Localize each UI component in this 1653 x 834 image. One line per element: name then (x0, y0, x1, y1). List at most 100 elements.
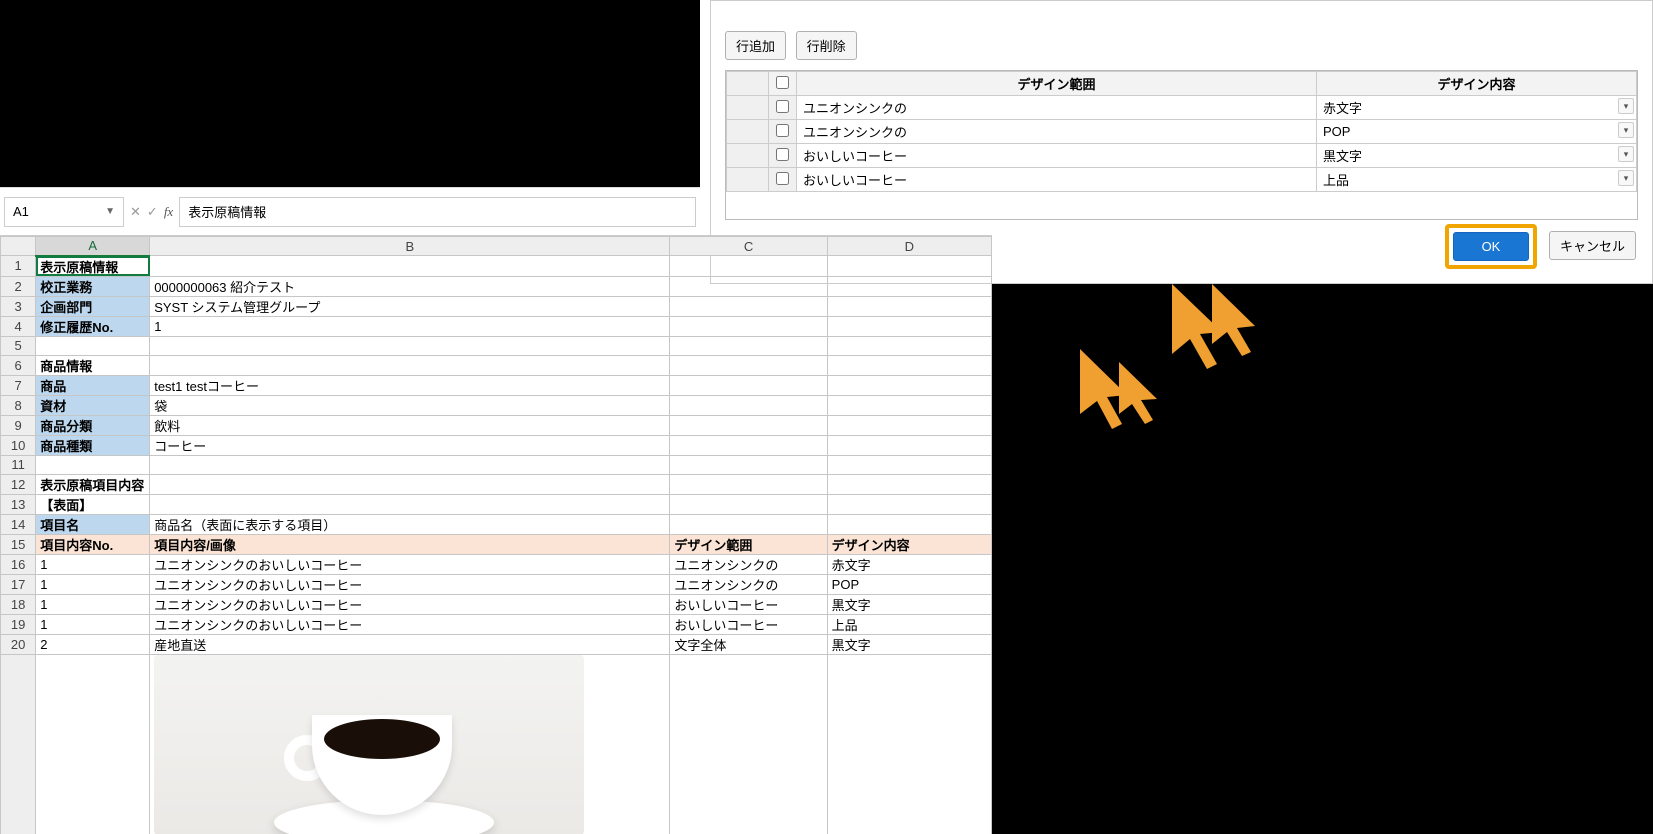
row-header[interactable] (1, 654, 36, 834)
cell-D20[interactable]: 黒文字 (827, 634, 991, 654)
cell-A19[interactable]: 1 (36, 614, 150, 634)
cell-A13[interactable]: 【表面】 (36, 494, 150, 514)
cell-A11[interactable] (36, 455, 150, 474)
cell-B4[interactable]: 1 (150, 316, 670, 336)
cell-C20[interactable]: 文字全体 (670, 634, 827, 654)
row-header[interactable]: 8 (1, 395, 36, 415)
cell-B7[interactable]: test1 testコーヒー (150, 375, 670, 395)
cell-A8[interactable]: 資材 (36, 395, 150, 415)
cell-D12[interactable] (827, 474, 991, 494)
column-header-C[interactable]: C (670, 237, 827, 256)
dialog-cell-content[interactable]: 上品▾ (1317, 168, 1637, 192)
cell-B17[interactable]: ユニオンシンクのおいしいコーヒー (150, 574, 670, 594)
cell-B9[interactable]: 飲料 (150, 415, 670, 435)
cell-B19[interactable]: ユニオンシンクのおいしいコーヒー (150, 614, 670, 634)
column-header-D[interactable]: D (827, 237, 991, 256)
dialog-cell-range[interactable]: おいしいコーヒー (797, 168, 1317, 192)
add-row-button[interactable]: 行追加 (725, 31, 786, 60)
ok-button[interactable]: OK (1453, 232, 1530, 261)
dropdown-arrow-icon[interactable]: ▾ (1618, 146, 1634, 162)
cell-A20[interactable]: 2 (36, 634, 150, 654)
formula-accept-icon[interactable]: ✓ (147, 204, 158, 220)
cell-A12[interactable]: 表示原稿項目内容 (36, 474, 150, 494)
cell-D16[interactable]: 赤文字 (827, 554, 991, 574)
cell-D1[interactable] (827, 256, 991, 277)
spreadsheet[interactable]: ABCD1表示原稿情報2校正業務0000000063 紹介テスト3企画部門SYS… (0, 235, 992, 834)
cell-C15[interactable]: デザイン範囲 (670, 534, 827, 554)
formula-cancel-icon[interactable]: ✕ (130, 204, 141, 220)
row-header[interactable]: 19 (1, 614, 36, 634)
cell-A1[interactable]: 表示原稿情報 (36, 256, 150, 277)
name-box[interactable]: A1 ▼ (4, 197, 124, 227)
cell-B5[interactable] (150, 336, 670, 355)
cell-D9[interactable] (827, 415, 991, 435)
cell-C10[interactable] (670, 435, 827, 455)
fx-icon[interactable]: fx (164, 204, 173, 220)
dialog-row-checkbox[interactable] (776, 148, 789, 161)
row-header[interactable]: 14 (1, 514, 36, 534)
dropdown-arrow-icon[interactable]: ▾ (1618, 122, 1634, 138)
cell-B13[interactable] (150, 494, 670, 514)
row-header[interactable]: 5 (1, 336, 36, 355)
cell-C19[interactable]: おいしいコーヒー (670, 614, 827, 634)
cell-B6[interactable] (150, 355, 670, 375)
cell-B10[interactable]: コーヒー (150, 435, 670, 455)
delete-row-button[interactable]: 行削除 (796, 31, 857, 60)
column-header-B[interactable]: B (150, 237, 670, 256)
dialog-cell-range[interactable]: おいしいコーヒー (797, 144, 1317, 168)
cell-A15[interactable]: 項目内容No. (36, 534, 150, 554)
cell-A7[interactable]: 商品 (36, 375, 150, 395)
cell-B15[interactable]: 項目内容/画像 (150, 534, 670, 554)
cell-D13[interactable] (827, 494, 991, 514)
dialog-row[interactable]: ユニオンシンクの POP▾ (727, 120, 1637, 144)
dialog-row[interactable]: ユニオンシンクの 赤文字▾ (727, 96, 1637, 120)
cell-D17[interactable]: POP (827, 574, 991, 594)
dialog-row-checkbox[interactable] (776, 172, 789, 185)
cell-C4[interactable] (670, 316, 827, 336)
cell-D19[interactable]: 上品 (827, 614, 991, 634)
cell-D2[interactable] (827, 276, 991, 296)
column-header-A[interactable]: A (36, 237, 150, 256)
cell-B18[interactable]: ユニオンシンクのおいしいコーヒー (150, 594, 670, 614)
cell-C17[interactable]: ユニオンシンクの (670, 574, 827, 594)
cell-A17[interactable]: 1 (36, 574, 150, 594)
cell-A6[interactable]: 商品情報 (36, 355, 150, 375)
cell-B3[interactable]: SYST システム管理グループ (150, 296, 670, 316)
cell-D8[interactable] (827, 395, 991, 415)
dialog-cell-range[interactable]: ユニオンシンクの (797, 96, 1317, 120)
cell-C13[interactable] (670, 494, 827, 514)
cell-C2[interactable] (670, 276, 827, 296)
cell-D10[interactable] (827, 435, 991, 455)
cell-C9[interactable] (670, 415, 827, 435)
dialog-cell-range[interactable]: ユニオンシンクの (797, 120, 1317, 144)
cell-B2[interactable]: 0000000063 紹介テスト (150, 276, 670, 296)
dropdown-arrow-icon[interactable]: ▾ (1618, 98, 1634, 114)
cell-B1[interactable] (150, 256, 670, 277)
row-header[interactable]: 17 (1, 574, 36, 594)
cell-A16[interactable]: 1 (36, 554, 150, 574)
cell-C12[interactable] (670, 474, 827, 494)
cell-C6[interactable] (670, 355, 827, 375)
dropdown-arrow-icon[interactable]: ▾ (1618, 170, 1634, 186)
cell-C8[interactable] (670, 395, 827, 415)
sheet-corner[interactable] (1, 237, 36, 256)
row-header[interactable]: 1 (1, 256, 36, 277)
cell-A10[interactable]: 商品種類 (36, 435, 150, 455)
row-header[interactable]: 7 (1, 375, 36, 395)
cell-C11[interactable] (670, 455, 827, 474)
row-header[interactable]: 18 (1, 594, 36, 614)
cell-A18[interactable]: 1 (36, 594, 150, 614)
cell-A14[interactable]: 項目名 (36, 514, 150, 534)
row-header[interactable]: 13 (1, 494, 36, 514)
cell-B11[interactable] (150, 455, 670, 474)
cell-D6[interactable] (827, 355, 991, 375)
cell-A4[interactable]: 修正履歴No. (36, 316, 150, 336)
cell-C16[interactable]: ユニオンシンクの (670, 554, 827, 574)
cell-B8[interactable]: 袋 (150, 395, 670, 415)
dialog-row[interactable]: おいしいコーヒー 黒文字▾ (727, 144, 1637, 168)
cell-C5[interactable] (670, 336, 827, 355)
cell-B-image[interactable] (150, 654, 670, 834)
cell-C3[interactable] (670, 296, 827, 316)
dialog-row-checkbox[interactable] (776, 124, 789, 137)
cell-D4[interactable] (827, 316, 991, 336)
